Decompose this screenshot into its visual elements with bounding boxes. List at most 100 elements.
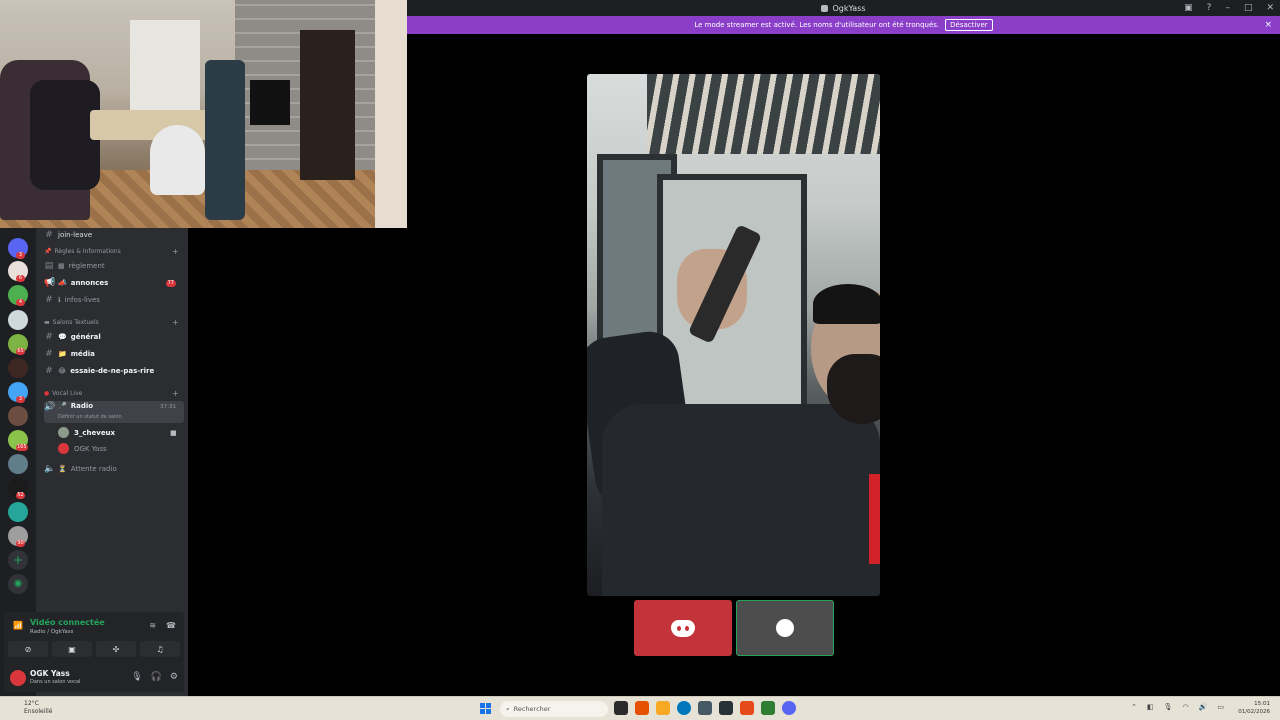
channel-general[interactable]: # 💬 général <box>44 330 184 344</box>
app-icon[interactable] <box>719 701 733 715</box>
server-badge: 3 <box>16 252 25 259</box>
hash-icon: # <box>45 295 53 305</box>
puffer-jacket <box>602 404 880 596</box>
channel-join-leave[interactable]: # join-leave <box>44 228 184 242</box>
search-icon: ⌕ <box>506 704 510 713</box>
channel-status[interactable]: Définir un statut de salon <box>58 414 122 420</box>
volume-icon[interactable]: 🔊 <box>1199 703 1208 711</box>
soundboard-icon: ♫ <box>156 644 164 654</box>
user-status: Dans un salon vocal <box>30 679 81 685</box>
maximize-icon[interactable]: □ <box>1244 3 1253 13</box>
channel-media[interactable]: # 📁 média <box>44 347 184 361</box>
participant-tile[interactable] <box>736 600 834 656</box>
search-box[interactable]: ⌕ Rechercher <box>500 701 608 717</box>
channel-label: média <box>70 350 95 358</box>
discord-avatar-icon <box>671 619 695 637</box>
banner-text: Le mode streamer est activé. Les noms d'… <box>694 21 940 29</box>
battery-icon[interactable]: ▭ <box>1217 703 1224 711</box>
minimize-icon[interactable]: – <box>1225 3 1230 13</box>
channel-reglement[interactable]: ▤ ▦ règlement <box>44 259 184 273</box>
avatar[interactable] <box>10 670 26 686</box>
channel-label: général <box>70 333 101 341</box>
microphone-icon: 🎤 <box>58 402 67 410</box>
main-video-stream[interactable] <box>587 74 880 596</box>
clock[interactable]: 15:01 01/02/2026 <box>1238 700 1270 716</box>
speaker-icon: 🔈 <box>44 464 56 474</box>
wifi-icon[interactable]: ◠ <box>1183 703 1189 711</box>
channel-attente-radio[interactable]: 🔈 ⏳ Attente radio <box>44 462 184 476</box>
voice-user[interactable]: 3_cheveux ■ <box>58 427 177 438</box>
chevron-up-icon[interactable]: ⌃ <box>1131 703 1137 711</box>
inbox-icon[interactable]: ▣ <box>1184 3 1193 13</box>
close-icon[interactable]: ✕ <box>1266 3 1274 13</box>
keyboard-icon: ▬ <box>44 319 50 326</box>
server-icon[interactable] <box>8 358 28 378</box>
file-explorer-icon[interactable] <box>656 701 670 715</box>
server-icon[interactable] <box>8 502 28 522</box>
add-server-icon[interactable]: + <box>8 550 28 570</box>
server-badge: 165 <box>16 444 28 451</box>
server-icon[interactable] <box>8 310 28 330</box>
weather-widget[interactable]: 12°C Ensoleillé <box>24 700 52 716</box>
voice-status-subtitle[interactable]: Radio / OgkYass <box>30 629 74 635</box>
microphone-icon[interactable]: 🎙 <box>1164 703 1173 711</box>
discord-icon[interactable] <box>782 701 796 715</box>
discord-icon <box>821 4 829 12</box>
participant-tile[interactable] <box>634 600 732 656</box>
camera-off-icon: ⊘ <box>24 644 32 654</box>
signal-icon[interactable]: 📶 <box>13 621 23 630</box>
disconnect-icon[interactable]: ☎ <box>166 621 176 630</box>
app-icon[interactable] <box>698 701 712 715</box>
activities-button[interactable]: ✣ <box>96 641 136 657</box>
category-text[interactable]: ▬ Salons Textuels + <box>44 318 179 327</box>
hash-icon: # <box>45 366 53 376</box>
server-badge: 90 <box>16 540 25 547</box>
channel-infos-lives[interactable]: # ℹ infos-lives <box>44 293 184 307</box>
participant-avatar-icon <box>776 619 794 637</box>
date: 01/02/2026 <box>1238 709 1270 715</box>
brave-icon[interactable] <box>740 701 754 715</box>
tray-icon[interactable]: ◧ <box>1147 703 1154 711</box>
server-icon[interactable] <box>8 406 28 426</box>
screen-share-button[interactable]: ▣ <box>52 641 92 657</box>
window-title: OgkYass <box>832 3 866 13</box>
add-channel-icon[interactable]: + <box>172 318 179 327</box>
add-channel-icon[interactable]: + <box>172 247 179 256</box>
microphone-icon[interactable]: 🎙 <box>131 672 142 682</box>
channel-essaie[interactable]: # 😂 essaie-de-ne-pas-rire <box>44 364 184 378</box>
settings-icon[interactable]: ⚙ <box>170 672 178 682</box>
edge-icon[interactable] <box>677 701 691 715</box>
channel-label: Radio <box>70 402 94 410</box>
task-view-icon[interactable] <box>614 701 628 715</box>
channel-radio[interactable]: 🔊 🎤 Radio 37:31 Définir un statut de sal… <box>44 401 184 423</box>
webcam-overlay <box>0 0 407 228</box>
soundboard-button[interactable]: ♫ <box>140 641 180 657</box>
channel-label: annonces <box>70 279 109 287</box>
add-channel-icon[interactable]: + <box>172 389 179 398</box>
category-rules[interactable]: 📌 Règles & Informations + <box>44 247 179 256</box>
category-vocal[interactable]: ● Vocal Live + <box>44 389 179 398</box>
channel-label: essaie-de-ne-pas-rire <box>70 367 155 375</box>
channel-label: join-leave <box>58 231 93 239</box>
explore-icon[interactable]: ◉ <box>8 574 28 594</box>
app-icon[interactable] <box>761 701 775 715</box>
copilot-icon[interactable] <box>635 701 649 715</box>
avatar <box>58 443 69 454</box>
white-chair <box>150 125 205 195</box>
voice-user[interactable]: OGK Yass <box>58 443 107 454</box>
deactivate-button[interactable]: Désactiver <box>945 19 993 31</box>
noise-suppression-icon[interactable]: ≋ <box>149 621 156 630</box>
server-icon[interactable] <box>8 454 28 474</box>
hourglass-icon: ⏳ <box>58 465 67 473</box>
headphones-icon[interactable]: 🎧 <box>151 672 162 682</box>
help-icon[interactable]: ? <box>1207 3 1212 13</box>
start-icon[interactable] <box>480 703 491 714</box>
camera-off-button[interactable]: ⊘ <box>8 641 48 657</box>
user-panel: OGK Yass Dans un salon vocal 🎙 🎧 ⚙ <box>4 664 184 692</box>
voice-status-title: Vidéo connectée <box>30 618 105 627</box>
banner-close-icon[interactable]: × <box>1264 20 1272 30</box>
channel-label: Attente radio <box>70 465 117 473</box>
channel-annonces[interactable]: 📢 📣 annonces 77 <box>44 276 184 290</box>
pin-icon: 📌 <box>44 248 52 255</box>
speech-bubble-icon: 💬 <box>58 333 67 341</box>
